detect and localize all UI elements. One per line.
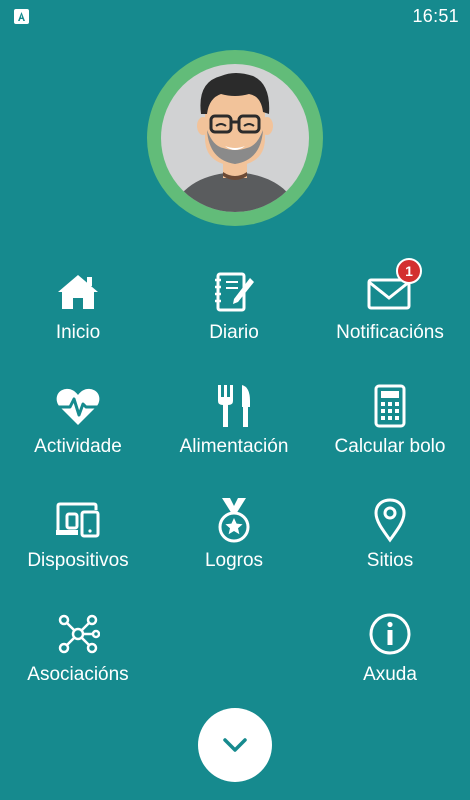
location-pin-icon — [312, 498, 468, 543]
heartbeat-icon — [0, 384, 156, 428]
menu-item-actividade[interactable]: Actividade — [0, 376, 156, 476]
menu-item-label: Notificacións — [336, 322, 444, 343]
fork-knife-icon — [156, 384, 312, 428]
expand-menu-button[interactable] — [198, 708, 272, 782]
menu-item-inicio[interactable]: Inicio — [0, 262, 156, 362]
menu-item-label: Axuda — [363, 664, 417, 685]
status-time: 16:51 — [412, 6, 459, 26]
notebook-icon — [156, 270, 312, 314]
menu-item-label: Calcular bolo — [334, 436, 446, 457]
menu-item-label: Asociacións — [27, 664, 129, 685]
menu-item-logros[interactable]: Logros — [156, 490, 312, 590]
notification-badge: 1 — [396, 258, 422, 284]
menu-item-label: Logros — [204, 550, 264, 571]
menu-item-alimentacion[interactable]: Alimentación — [156, 376, 312, 476]
avatar[interactable] — [147, 50, 323, 226]
menu-item-label: Inicio — [55, 322, 101, 343]
network-icon — [0, 612, 156, 656]
menu-item-diario[interactable]: Diario — [156, 262, 312, 362]
menu-item-sitios[interactable]: Sitios — [312, 490, 468, 590]
medal-icon — [156, 498, 312, 543]
home-icon — [0, 270, 156, 314]
calculator-icon — [312, 384, 468, 428]
user-avatar — [161, 64, 309, 212]
menu-item-dispositivos[interactable]: Dispositivos — [0, 490, 156, 590]
envelope-icon — [312, 270, 468, 314]
menu-item-calcular-bolo[interactable]: Calcular bolo — [312, 376, 468, 476]
menu-item-label: Actividade — [34, 436, 122, 457]
menu-item-axuda[interactable]: Axuda — [312, 604, 468, 704]
info-icon — [312, 612, 468, 656]
menu-item-notificacions[interactable]: 1 Notificacións — [312, 258, 468, 362]
menu-item-label: Dispositivos — [27, 550, 129, 571]
a-icon — [14, 9, 29, 24]
menu-item-label: Diario — [209, 322, 259, 343]
menu-item-asociacions[interactable]: Asociacións — [0, 604, 156, 704]
menu-item-label: Sitios — [366, 550, 414, 571]
chevron-down-icon — [223, 738, 247, 752]
status-bar: 16:51 — [0, 0, 470, 34]
devices-icon — [0, 498, 156, 542]
menu-item-label: Alimentación — [179, 436, 289, 457]
